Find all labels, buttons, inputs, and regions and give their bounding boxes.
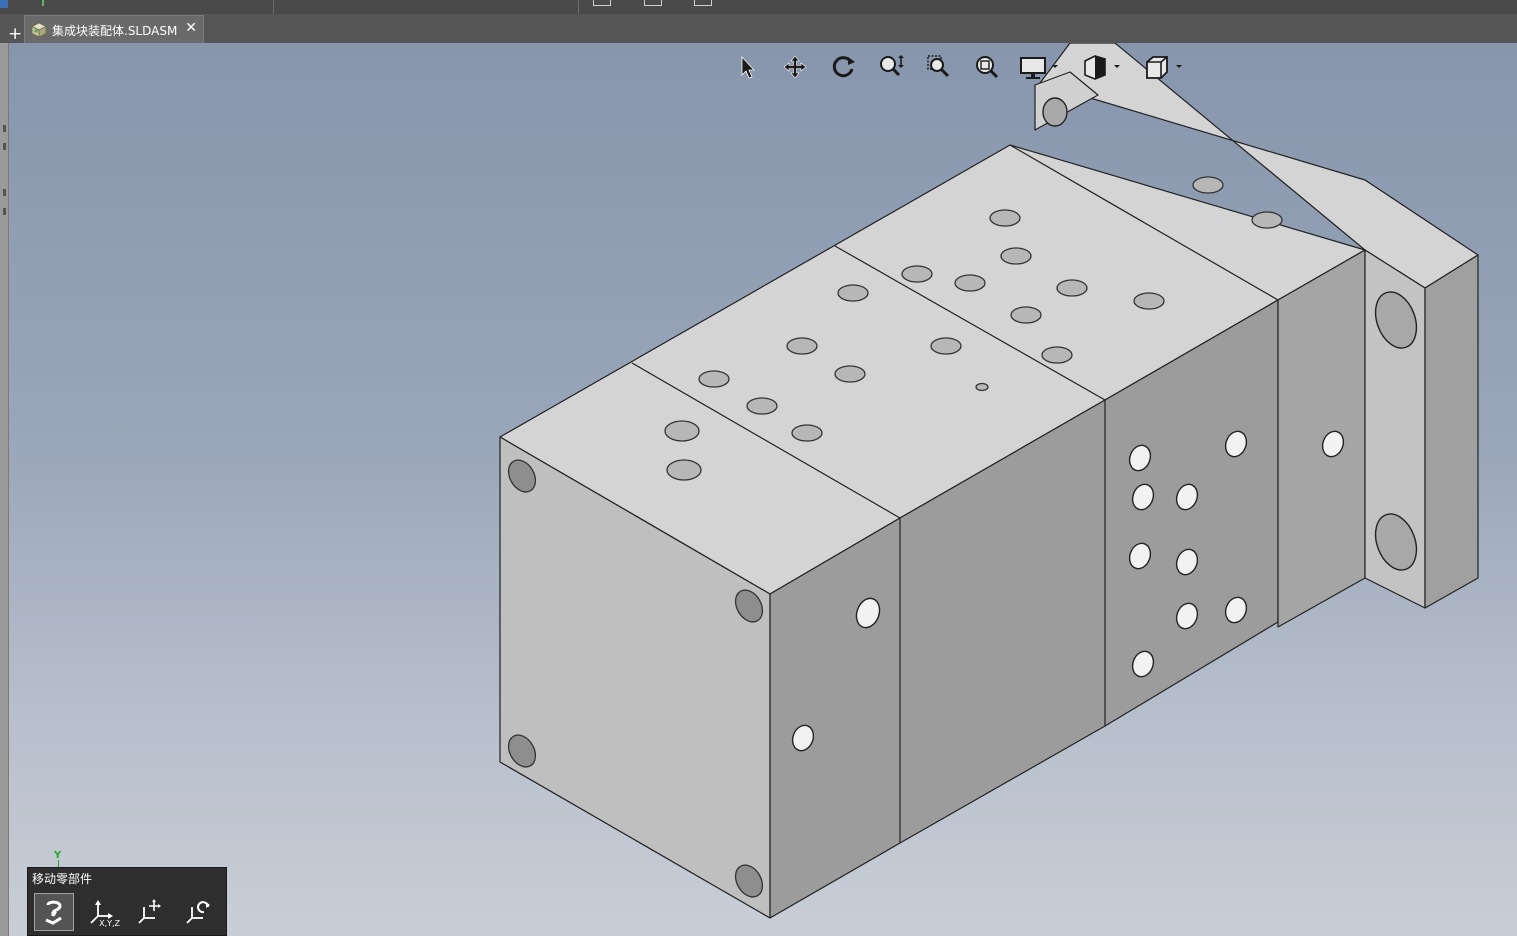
view-orientation-icon: [1146, 56, 1182, 79]
bracket-inner-face: [1277, 249, 1366, 628]
manifold-block-assembly-model[interactable]: [9, 43, 1517, 936]
panel-marker: [3, 143, 6, 150]
view-heads-up-toolbar: [731, 51, 1205, 83]
select-icon: [741, 55, 755, 79]
view-orientation-button[interactable]: [1143, 51, 1189, 83]
display-style-button[interactable]: [1019, 51, 1065, 83]
toolbar-separator: [578, 0, 579, 14]
panel-marker: [3, 208, 6, 215]
move-xyz-sublabel: X,Y,Z: [99, 919, 120, 928]
tab-assembly-document[interactable]: 集成块装配体.SLDASM ✕: [24, 15, 204, 43]
free-drag-button[interactable]: [34, 893, 74, 931]
command-toolbar-strip: [0, 0, 1517, 15]
rotate-component-button[interactable]: [178, 893, 218, 931]
move-delta-icon: [138, 899, 161, 924]
panel-marker: [3, 125, 6, 132]
toolbar-button[interactable]: [694, 0, 712, 6]
graphics-viewport[interactable]: [9, 43, 1517, 936]
section-view-icon: [1084, 55, 1120, 80]
toolbar-button[interactable]: [593, 0, 611, 6]
pan-icon: [783, 55, 807, 79]
left-panel-edge[interactable]: [0, 43, 9, 936]
zoom-to-area-icon: [927, 55, 950, 78]
select-button[interactable]: [731, 51, 763, 83]
tab-label: 集成块装配体.SLDASM: [52, 24, 178, 38]
section-view-button[interactable]: [1081, 51, 1127, 83]
move-panel-title: 移动零部件: [32, 872, 93, 886]
close-tab-icon[interactable]: ✕: [185, 20, 197, 36]
zoom-to-fit-button[interactable]: [971, 51, 1003, 83]
free-drag-icon: [45, 900, 62, 925]
app-accent: [0, 0, 8, 8]
pan-button[interactable]: [779, 51, 811, 83]
bracket-side-face: [1424, 254, 1479, 609]
zoom-in-out-button[interactable]: [875, 51, 907, 83]
document-tab-bar: + 集成块装配体.SLDASM ✕: [0, 14, 1517, 44]
toolbar-separator: [273, 0, 274, 14]
rotate-component-icon: [186, 901, 210, 924]
zoom-to-area-button[interactable]: [923, 51, 955, 83]
move-delta-button[interactable]: [130, 893, 170, 931]
zoom-in-out-icon: [880, 55, 904, 77]
zoom-to-fit-icon: [976, 56, 999, 79]
rotate-icon: [832, 56, 855, 78]
display-style-icon: [1020, 57, 1058, 79]
move-component-panel: 移动零部件 X,Y,Z: [27, 867, 227, 936]
panel-marker: [3, 189, 6, 196]
toolbar-indicator: [42, 0, 44, 6]
new-tab-button[interactable]: +: [8, 24, 22, 44]
assembly-icon: [31, 22, 47, 38]
move-xyz-button[interactable]: X,Y,Z: [82, 893, 122, 931]
rotate-view-button[interactable]: [827, 51, 859, 83]
toolbar-button[interactable]: [644, 0, 662, 6]
